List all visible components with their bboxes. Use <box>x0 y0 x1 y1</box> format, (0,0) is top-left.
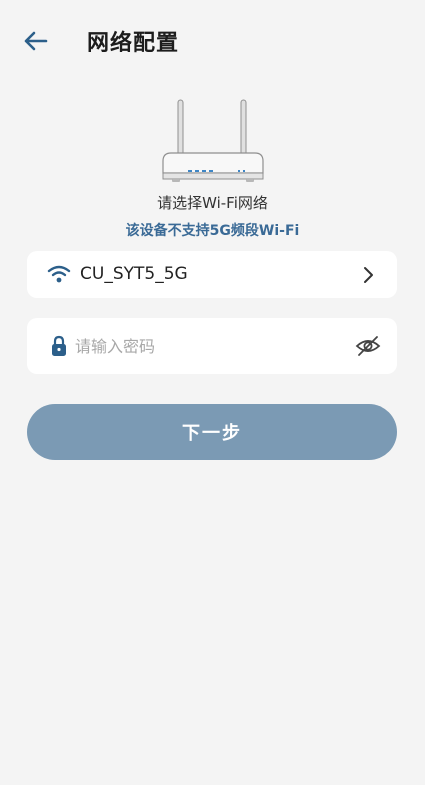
back-button[interactable] <box>18 26 52 56</box>
eye-off-icon[interactable] <box>355 334 381 358</box>
chevron-right-icon <box>364 267 373 283</box>
wifi-icon <box>47 265 71 283</box>
password-input[interactable] <box>75 328 345 364</box>
5g-unsupported-warning: 该设备不支持5G频段Wi-Fi <box>125 223 300 239</box>
header-bar: 网络配置 <box>0 0 425 80</box>
password-field-container <box>27 318 397 374</box>
page-title: 网络配置 <box>87 31 180 56</box>
next-step-button[interactable]: 下一步 <box>27 404 397 460</box>
wifi-network-name: CU_SYT5_5G <box>80 264 188 284</box>
router-icon <box>162 99 264 182</box>
lock-icon <box>52 335 66 356</box>
select-network-text: 请选择Wi-Fi网络 <box>157 194 268 212</box>
wifi-network-selector[interactable]: CU_SYT5_5G <box>27 251 397 298</box>
arrow-left-icon <box>24 31 48 51</box>
